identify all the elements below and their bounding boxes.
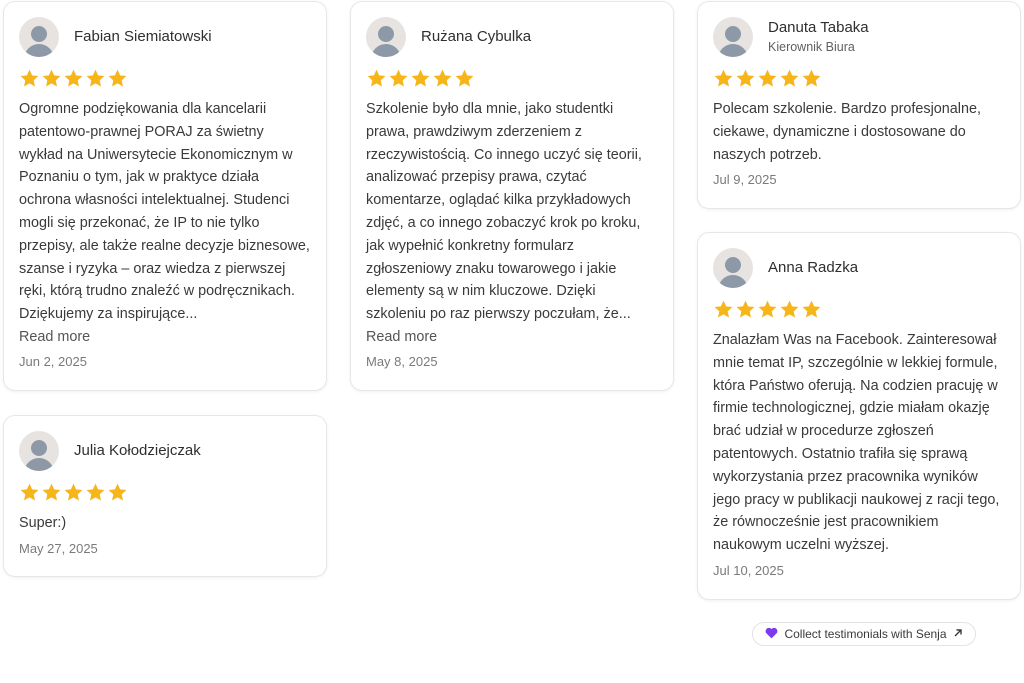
star-icon: [20, 69, 39, 87]
reviewer-role: Kierownik Biura: [768, 40, 855, 54]
review-card: Fabian Siemiatowski Ogromne podziękowani…: [3, 1, 327, 391]
star-rating: [366, 68, 658, 89]
star-icon: [455, 69, 474, 87]
review-text: Super:): [19, 515, 67, 531]
review-card: Anna Radzka Znalazłam Was na Facebook. Z…: [697, 232, 1021, 600]
star-icon: [42, 483, 61, 501]
reviewer-name: Fabian Siemiatowski: [74, 28, 212, 45]
star-icon: [802, 69, 821, 87]
read-more-link[interactable]: Read more: [366, 326, 658, 348]
collect-testimonials-badge[interactable]: Collect testimonials with Senja: [752, 622, 976, 646]
star-rating: [713, 299, 1005, 320]
star-icon: [108, 69, 127, 87]
avatar: [19, 431, 59, 471]
star-rating: [713, 68, 1005, 89]
star-icon: [714, 300, 733, 318]
review-date: May 27, 2025: [19, 540, 98, 556]
review-date: Jul 9, 2025: [713, 172, 777, 188]
avatar: [713, 248, 753, 288]
review-date: May 8, 2025: [366, 353, 438, 369]
star-icon: [42, 69, 61, 87]
star-rating: [19, 482, 311, 503]
star-icon: [411, 69, 430, 87]
heart-icon: [765, 627, 778, 642]
star-icon: [736, 300, 755, 318]
star-icon: [736, 69, 755, 87]
review-date: Jun 2, 2025: [19, 353, 87, 369]
star-icon: [20, 483, 39, 501]
star-icon: [389, 69, 408, 87]
star-icon: [367, 69, 386, 87]
star-icon: [64, 69, 83, 87]
avatar: [713, 17, 753, 57]
review-card: Julia Kołodziejczak Super:) May 27, 2025: [3, 415, 327, 577]
review-text: Znalazłam Was na Facebook. Zainteresował…: [713, 332, 1000, 554]
reviewer-name: Julia Kołodziejczak: [74, 442, 201, 459]
star-icon: [758, 300, 777, 318]
star-icon: [714, 69, 733, 87]
review-card: Rużana Cybulka Szkolenie było dla mnie, …: [350, 1, 674, 391]
star-icon: [780, 69, 799, 87]
review-text: Szkolenie było dla mnie, jako studentki …: [366, 101, 642, 323]
review-text: Polecam szkolenie. Bardzo profesjonalne,…: [713, 101, 981, 163]
avatar: [19, 17, 59, 57]
read-more-link[interactable]: Read more: [19, 326, 311, 348]
star-rating: [19, 68, 311, 89]
avatar: [366, 17, 406, 57]
star-icon: [758, 69, 777, 87]
star-icon: [108, 483, 127, 501]
reviewer-name: Rużana Cybulka: [421, 28, 532, 45]
arrow-up-right-icon: [953, 627, 963, 641]
review-text: Ogromne podziękowania dla kancelarii pat…: [19, 101, 310, 323]
star-icon: [433, 69, 452, 87]
reviewer-name: Anna Radzka: [768, 259, 859, 276]
reviewer-name: Danuta Tabaka: [768, 19, 869, 36]
star-icon: [86, 69, 105, 87]
star-icon: [64, 483, 83, 501]
review-card: Danuta Tabaka Kierownik Biura Polecam sz…: [697, 1, 1021, 209]
star-icon: [780, 300, 799, 318]
review-date: Jul 10, 2025: [713, 562, 784, 578]
badge-label: Collect testimonials with Senja: [784, 627, 947, 641]
star-icon: [802, 300, 821, 318]
star-icon: [86, 483, 105, 501]
